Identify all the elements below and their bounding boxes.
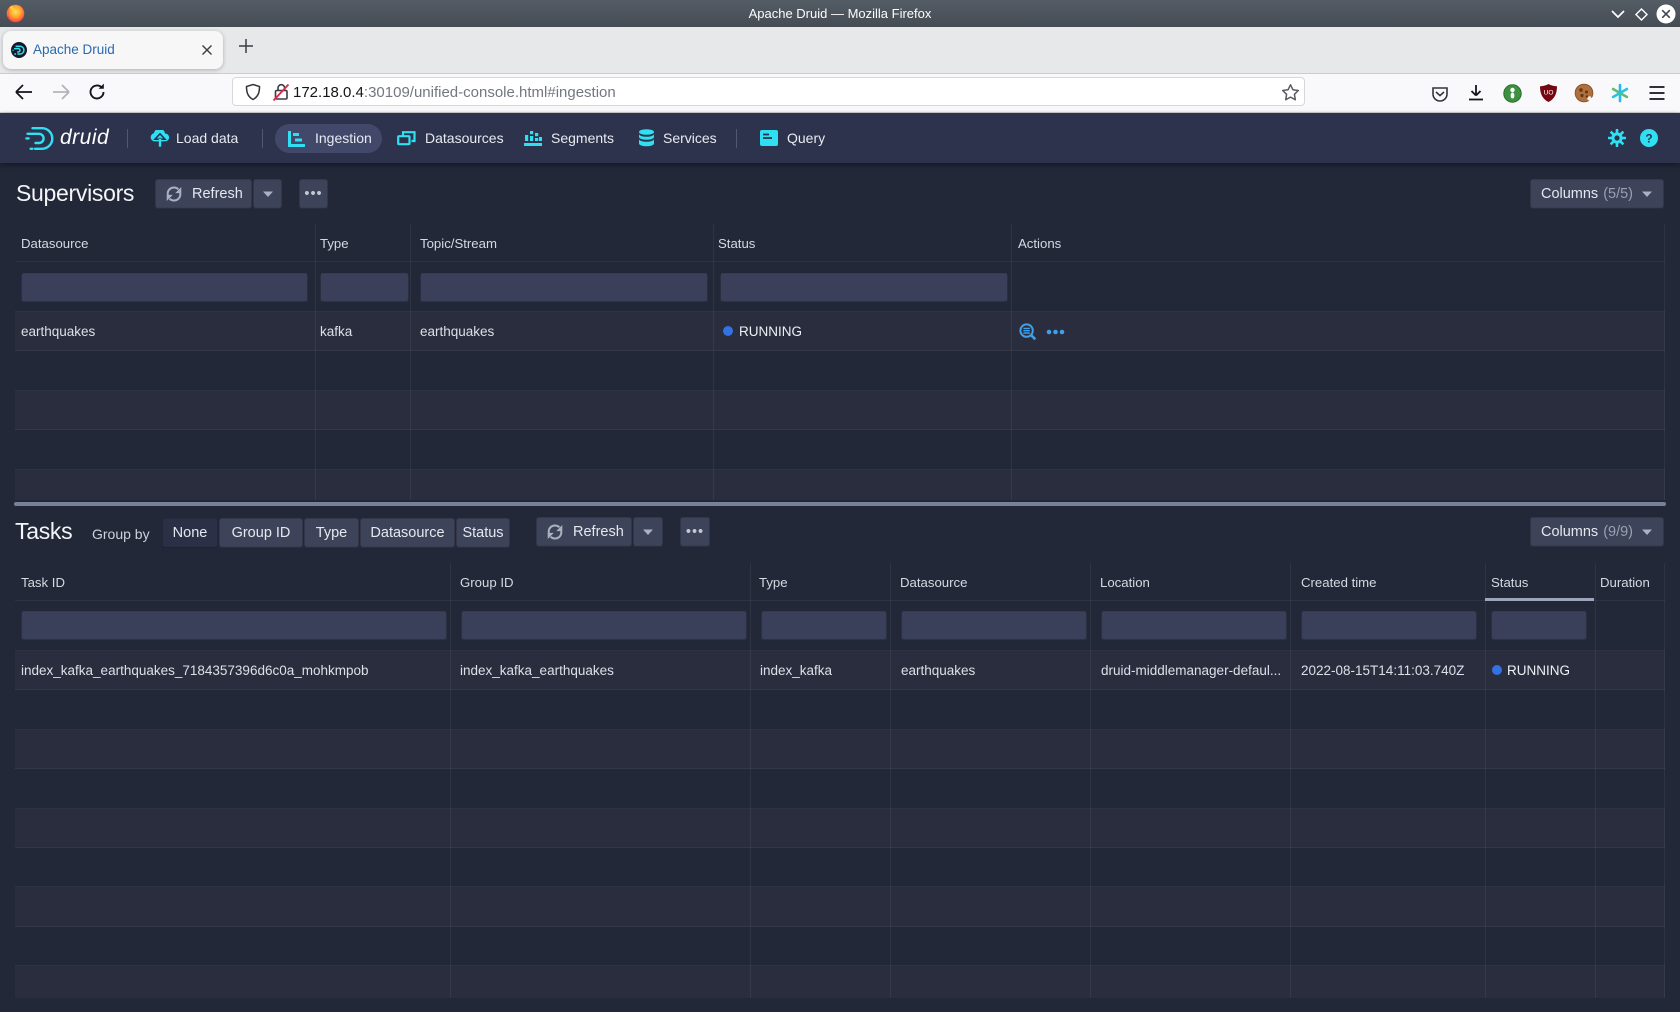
svg-text:?: ? bbox=[1645, 132, 1652, 146]
svg-text:UO: UO bbox=[1544, 90, 1554, 97]
